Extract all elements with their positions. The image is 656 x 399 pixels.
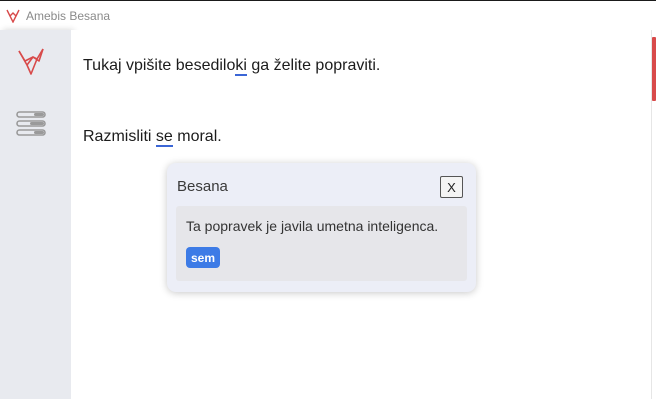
besana-logo-icon — [6, 9, 20, 23]
paragraph-text: Razmisliti — [83, 128, 156, 145]
settings-menu-icon[interactable] — [16, 110, 48, 138]
title-bar: Amebis Besana — [0, 0, 656, 30]
paragraph-text: moral. — [172, 128, 222, 145]
suggestion-button[interactable]: sem — [186, 247, 221, 268]
close-button[interactable]: X — [440, 176, 463, 198]
besana-logo-icon[interactable] — [17, 47, 45, 77]
paragraph-text: Tukaj vpišite besedilo — [83, 57, 236, 74]
error-scroll-marker[interactable] — [652, 37, 656, 101]
paragraph-1[interactable]: Tukaj vpišite besediloki ga želite popra… — [83, 57, 381, 76]
window-title: Amebis Besana — [26, 8, 111, 23]
suggestion-panel: Ta popravek je javila umetna inteligenca… — [176, 206, 467, 281]
correction-popup: Besana X Ta popravek je javila umetna in… — [167, 163, 476, 292]
paragraph-2[interactable]: Razmisliti se moral. — [83, 128, 222, 147]
popup-title: Besana — [177, 178, 228, 195]
sidebar — [0, 30, 71, 399]
error-word[interactable]: se — [155, 128, 173, 147]
popup-message: Ta popravek je javila umetna inteligenca… — [186, 218, 439, 234]
paragraph-text: ga želite popraviti. — [246, 57, 381, 74]
error-word[interactable]: ki — [235, 57, 247, 76]
